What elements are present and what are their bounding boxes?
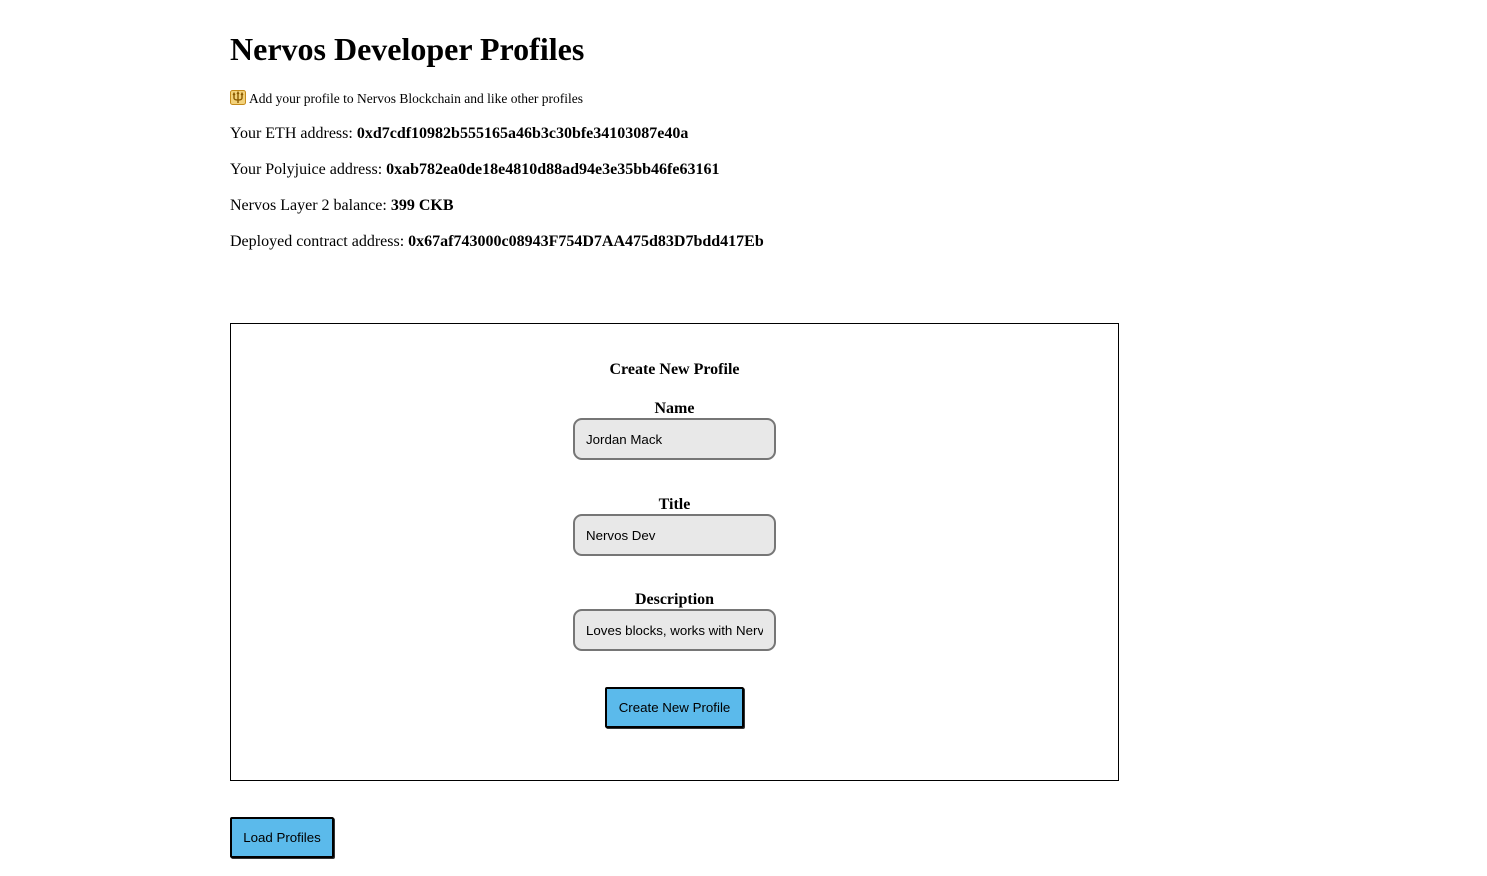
intro-text: Add your profile to Nervos Blockchain an… xyxy=(230,90,583,107)
description-input[interactable] xyxy=(573,609,776,651)
page-title: Nervos Developer Profiles xyxy=(230,31,585,67)
polyjuice-address-label: Your Polyjuice address: xyxy=(230,161,383,178)
layer2-balance-label: Nervos Layer 2 balance: xyxy=(230,197,387,214)
polyjuice-address-line: Your Polyjuice address: 0xab782ea0de18e4… xyxy=(230,160,719,180)
intro-message: Add your profile to Nervos Blockchain an… xyxy=(249,91,584,106)
description-label: Description xyxy=(634,591,715,608)
contract-address-label: Deployed contract address: xyxy=(230,233,405,250)
eth-address-line: Your ETH address: 0xd7cdf10982b555165a46… xyxy=(230,124,688,144)
polyjuice-address-value: 0xab782ea0de18e4810d88ad94e3e35bb46fe631… xyxy=(386,161,720,178)
title-label: Title xyxy=(658,496,691,513)
layer2-balance-value: 399 CKB xyxy=(390,197,454,214)
layer2-balance-line: Nervos Layer 2 balance: 399 CKB xyxy=(230,196,453,216)
trident-icon xyxy=(230,90,246,105)
name-input[interactable] xyxy=(573,418,776,460)
title-input[interactable] xyxy=(573,514,776,556)
contract-address-value: 0x67af743000c08943F754D7AA475d83D7bdd417… xyxy=(408,233,764,250)
form-heading: Create New Profile xyxy=(609,361,740,378)
contract-address-line: Deployed contract address: 0x67af743000c… xyxy=(230,232,764,252)
eth-address-value: 0xd7cdf10982b555165a46b3c30bfe34103087e4… xyxy=(356,125,689,142)
name-label: Name xyxy=(654,400,695,417)
create-profile-button[interactable]: Create New Profile xyxy=(605,687,744,728)
create-profile-form: Create New Profile Name Title Descriptio… xyxy=(230,323,1119,781)
load-profiles-button[interactable]: Load Profiles xyxy=(230,817,334,858)
eth-address-label: Your ETH address: xyxy=(230,125,353,142)
page: Nervos Developer Profiles Add your profi… xyxy=(0,0,1487,876)
